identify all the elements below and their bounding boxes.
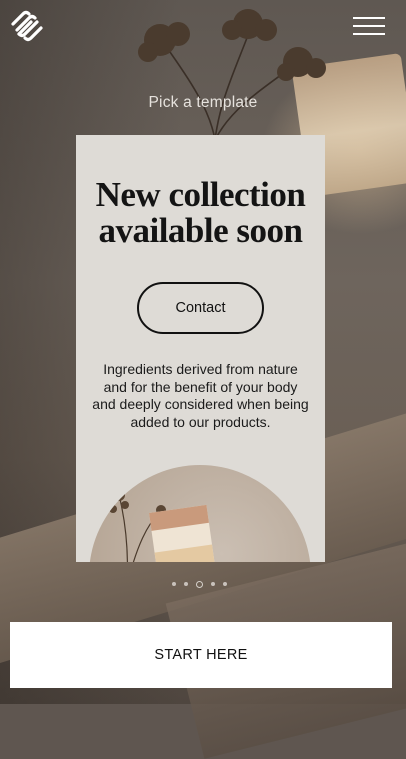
product-image bbox=[89, 465, 311, 562]
template-preview-card[interactable]: New collection available soon Contact In… bbox=[76, 135, 325, 562]
carousel-dot-3-active[interactable] bbox=[196, 580, 203, 588]
card-description: Ingredients derived from nature and for … bbox=[92, 361, 309, 430]
carousel-dot-2[interactable] bbox=[184, 582, 188, 586]
carousel-dot-5[interactable] bbox=[223, 582, 227, 586]
carousel-pagination bbox=[172, 580, 227, 588]
carousel-dot-1[interactable] bbox=[172, 582, 176, 586]
soap-and-flowers-image bbox=[109, 489, 215, 562]
pick-template-hint: Pick a template bbox=[148, 94, 258, 111]
background-dried-flowers-image bbox=[138, 9, 326, 140]
carousel-dot-4[interactable] bbox=[211, 582, 215, 586]
start-here-button[interactable]: START HERE bbox=[10, 622, 392, 688]
card-title-line2: available soon bbox=[98, 211, 303, 250]
card-title-line1: New collection bbox=[95, 175, 306, 214]
squarespace-logo-icon[interactable] bbox=[9, 10, 45, 42]
card-title: New collection available soon bbox=[76, 177, 325, 249]
hamburger-menu-icon[interactable] bbox=[353, 15, 387, 37]
contact-button[interactable]: Contact bbox=[137, 282, 264, 334]
